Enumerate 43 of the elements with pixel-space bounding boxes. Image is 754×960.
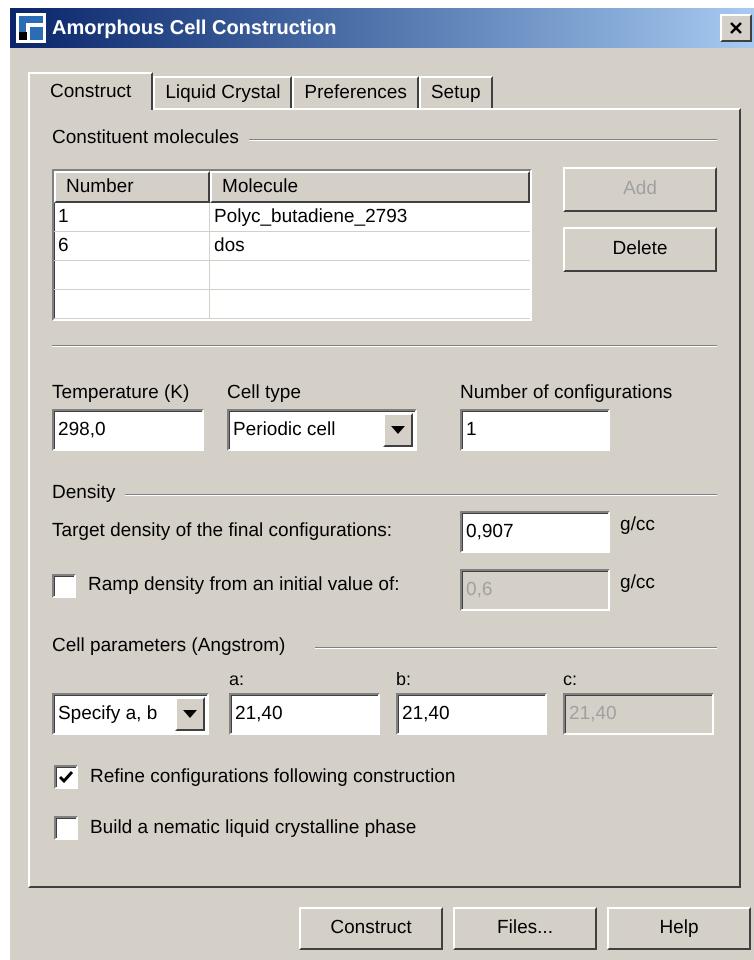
list-button[interactable]: Delete — [563, 226, 717, 272]
input-field[interactable]: 298,0 — [52, 409, 204, 451]
dropdown[interactable]: Specify a, b — [52, 693, 209, 735]
field-label: Number of configurations — [460, 380, 672, 404]
input-field[interactable]: 1 — [460, 409, 610, 451]
field-label: Temperature (K) — [52, 380, 190, 404]
window-title: Amorphous Cell Construction — [52, 16, 336, 41]
group-label: Cell parameters (Angstrom) — [52, 634, 286, 658]
table-cell-text: Polyc_butadiene_2793 — [213, 204, 408, 228]
checkbox-label: Refine configurations following construction — [90, 765, 456, 789]
table-cell: 1 — [54, 202, 210, 230]
checkbox[interactable] — [54, 816, 78, 840]
dialog-button[interactable]: Construct — [299, 907, 443, 950]
checkbox-label: Ramp density from an initial value of: — [88, 573, 400, 598]
unit-label: g/cc — [620, 513, 655, 538]
table-cell-text: dos — [213, 234, 246, 258]
input-field[interactable]: 21,40 — [396, 693, 547, 735]
dialog-button[interactable]: Files... — [453, 907, 597, 950]
tab[interactable]: Setup — [418, 76, 493, 108]
checkbox[interactable] — [54, 765, 78, 790]
checkbox-label: Build a nematic liquid crystalline phase — [90, 816, 416, 840]
group-label: Density — [52, 481, 116, 505]
dropdown[interactable]: Periodic cell — [227, 409, 417, 451]
field-label: Cell type — [227, 380, 302, 404]
close-button[interactable] — [720, 14, 752, 42]
table-cell: 6 — [54, 232, 210, 260]
field-label: b: — [396, 668, 412, 691]
close-icon — [729, 21, 743, 35]
field-label: a: — [229, 668, 246, 691]
input-field[interactable]: 0,907 — [460, 510, 610, 552]
column-header[interactable]: Molecule — [210, 170, 530, 202]
unit-label: g/cc — [620, 571, 655, 596]
input-field[interactable]: 21,40 — [229, 693, 380, 735]
tab[interactable]: Preferences — [292, 76, 419, 108]
column-header[interactable]: Number — [54, 170, 210, 202]
dialog-button[interactable]: Help — [607, 907, 751, 950]
group-label: Constituent molecules — [52, 126, 239, 150]
tab[interactable]: Liquid Crystal — [153, 76, 292, 108]
tab[interactable]: Construct — [28, 72, 154, 110]
field-label: c: — [563, 668, 578, 691]
app-icon — [16, 13, 46, 43]
checkmark-icon — [58, 770, 74, 784]
field-label: Target density of the final configurations: — [52, 519, 394, 544]
